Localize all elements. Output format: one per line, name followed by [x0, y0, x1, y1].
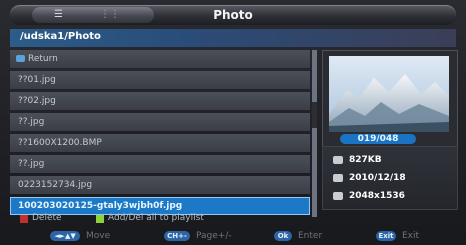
add-del-label: Add/Del all to playlist — [108, 213, 204, 223]
list-item[interactable]: 0223152734.jpg — [10, 176, 310, 194]
exit-key-icon: Exit — [376, 231, 396, 241]
info-resolution: 2048x1536 — [333, 188, 451, 204]
title-bar: ☰ ⋮⋮ Photo — [10, 5, 456, 25]
info-size: 827KB — [333, 152, 451, 168]
arrow-keys-icon: ◄►▲▼ — [50, 231, 80, 241]
page-hint: Page+/- — [196, 231, 232, 241]
back-icon — [16, 55, 25, 62]
delete-label: Delete — [32, 213, 62, 223]
list-item[interactable]: ??.jpg — [10, 113, 310, 131]
list-item[interactable]: ??.jpg — [10, 155, 310, 173]
list-scrollbar[interactable] — [312, 50, 317, 217]
current-path: /udska1/Photo — [20, 31, 101, 42]
red-key-icon — [20, 215, 28, 223]
resolution-icon — [333, 192, 343, 200]
enter-hint: Enter — [298, 231, 323, 241]
calendar-icon — [333, 174, 343, 182]
help-bar: ◄►▲▼ Move CH+- Page+/- Ok Enter Exit Exi… — [10, 229, 456, 243]
file-info-panel: 827KB 2010/12/18 2048x1536 — [322, 146, 458, 210]
list-item[interactable]: ??01.jpg — [10, 71, 310, 89]
info-date: 2010/12/18 — [333, 170, 451, 186]
file-size-icon — [333, 156, 343, 164]
list-item[interactable]: ??02.jpg — [10, 92, 310, 110]
list-item-return[interactable]: Return — [10, 50, 310, 68]
list-item[interactable]: ??1600X1200.BMP — [10, 134, 310, 152]
media-player-screen: ☰ ⋮⋮ Photo /udska1/Photo Return ??01.jpg… — [0, 0, 466, 245]
scrollbar-thumb[interactable] — [312, 102, 317, 128]
page-title: Photo — [213, 8, 253, 22]
path-bar: /udska1/Photo — [10, 29, 456, 47]
exit-hint: Exit — [402, 231, 420, 241]
file-list: Return ??01.jpg ??02.jpg ??.jpg ??1600X1… — [10, 50, 310, 218]
green-key-icon — [96, 215, 104, 223]
photo-preview — [329, 56, 449, 132]
move-hint: Move — [86, 231, 111, 241]
ok-key-icon: Ok — [274, 231, 292, 241]
photo-counter: 019/048 — [340, 134, 416, 144]
channel-keys-icon: CH+- — [164, 231, 190, 241]
color-key-legend: Delete Add/Del all to playlist — [10, 212, 456, 226]
